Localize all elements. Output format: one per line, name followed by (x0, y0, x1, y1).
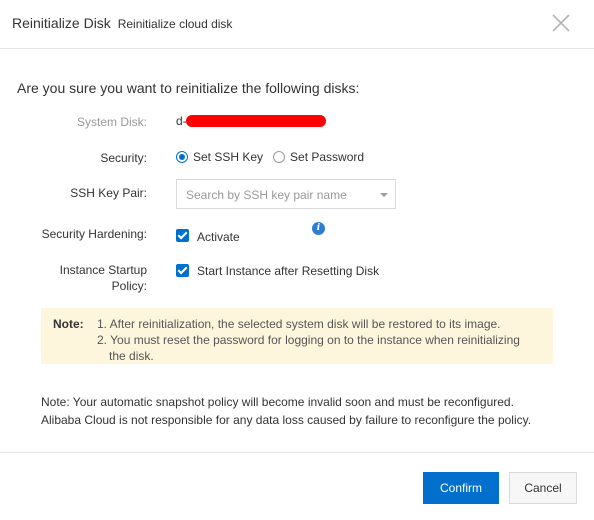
radio-button-unchecked[interactable] (273, 151, 286, 163)
instance-startup-policy-label: Instance Startup Policy: (60, 262, 147, 294)
security-radio-group: Set SSH Key Set Password (176, 150, 374, 164)
radio-label-ssh-key: Set SSH Key (193, 150, 264, 164)
note-box: Note: 1. After reinitialization, the sel… (41, 308, 553, 364)
dialog-header: Reinitialize Disk Reinitialize cloud dis… (0, 0, 594, 49)
confirm-button[interactable]: Confirm (423, 472, 499, 504)
dialog-subtitle: Reinitialize cloud disk (117, 17, 233, 31)
start-instance-label: Start Instance after Resetting Disk (197, 264, 380, 278)
reinitialize-disk-dialog: Reinitialize Disk Reinitialize cloud dis… (0, 0, 594, 520)
ssh-key-pair-label: SSH Key Pair: (70, 186, 147, 200)
radio-button-checked[interactable] (176, 151, 188, 163)
radio-set-ssh-key[interactable]: Set SSH Key (176, 150, 263, 164)
snapshot-note-line2: Alibaba Cloud is not responsible for any… (41, 413, 532, 427)
info-icon[interactable]: i (312, 222, 325, 235)
close-button[interactable] (550, 12, 572, 34)
system-disk-label: System Disk: (76, 115, 147, 129)
ssh-key-pair-select[interactable]: Search by SSH key pair name (176, 179, 396, 209)
security-label: Security: (100, 151, 147, 165)
security-hardening-option[interactable]: Activate (176, 227, 240, 244)
close-icon (552, 14, 570, 32)
startup-policy-label-line1: Instance Startup (59, 263, 147, 277)
radio-label-password: Set Password (290, 150, 365, 164)
note-line-2: 2. You must reset the password for loggi… (97, 333, 520, 347)
dialog-title: Reinitialize Disk Reinitialize cloud dis… (12, 15, 232, 31)
redaction-mark (186, 115, 326, 127)
footer-divider (0, 452, 594, 453)
confirmation-question: Are you sure you want to reinitialize th… (17, 80, 360, 96)
ssh-key-pair-placeholder: Search by SSH key pair name (186, 188, 347, 202)
note-line-1: 1. After reinitialization, the selected … (97, 317, 501, 331)
snapshot-note-line1: Note: Your automatic snapshot policy wil… (41, 395, 514, 409)
note-line-2-cont: the disk. (109, 349, 154, 363)
note-title: Note: (53, 317, 84, 331)
snapshot-policy-note: Note: Your automatic snapshot policy wil… (41, 393, 531, 429)
security-hardening-label: Security Hardening: (41, 227, 147, 241)
dialog-title-text: Reinitialize Disk (12, 15, 111, 31)
activate-label: Activate (197, 230, 240, 244)
radio-set-password[interactable]: Set Password (273, 150, 364, 164)
startup-policy-option[interactable]: Start Instance after Resetting Disk (176, 262, 379, 278)
startup-policy-label-line2: Policy: (111, 279, 147, 293)
security-hardening-checkbox[interactable] (176, 229, 189, 242)
cancel-button[interactable]: Cancel (509, 472, 577, 504)
start-instance-checkbox[interactable] (176, 263, 189, 277)
chevron-down-icon (380, 193, 388, 197)
